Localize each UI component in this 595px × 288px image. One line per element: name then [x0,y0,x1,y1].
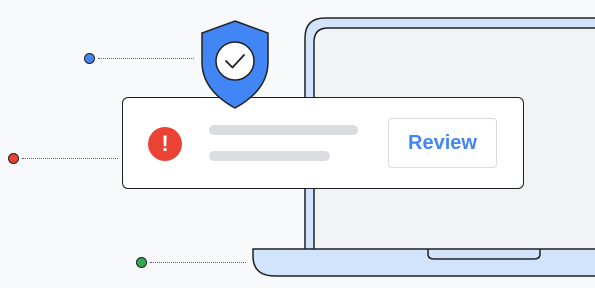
red-dot [8,153,19,164]
review-button-label: Review [408,131,477,154]
red-dotted-line [22,158,118,159]
blue-dotted-line [98,58,194,59]
green-dot [136,257,147,268]
review-button[interactable]: Review [388,118,497,168]
security-alert-card: ! Review [122,97,524,189]
shield-check-icon [201,20,269,109]
exclamation-icon: ! [148,127,182,161]
alert-text-placeholder-2 [209,151,330,161]
blue-dot [84,53,95,64]
exclamation-glyph: ! [161,131,169,156]
green-dotted-line [150,262,246,263]
alert-text-placeholder-1 [209,125,358,135]
security-review-illustration: ! Review [0,0,595,288]
laptop-base [252,248,595,277]
